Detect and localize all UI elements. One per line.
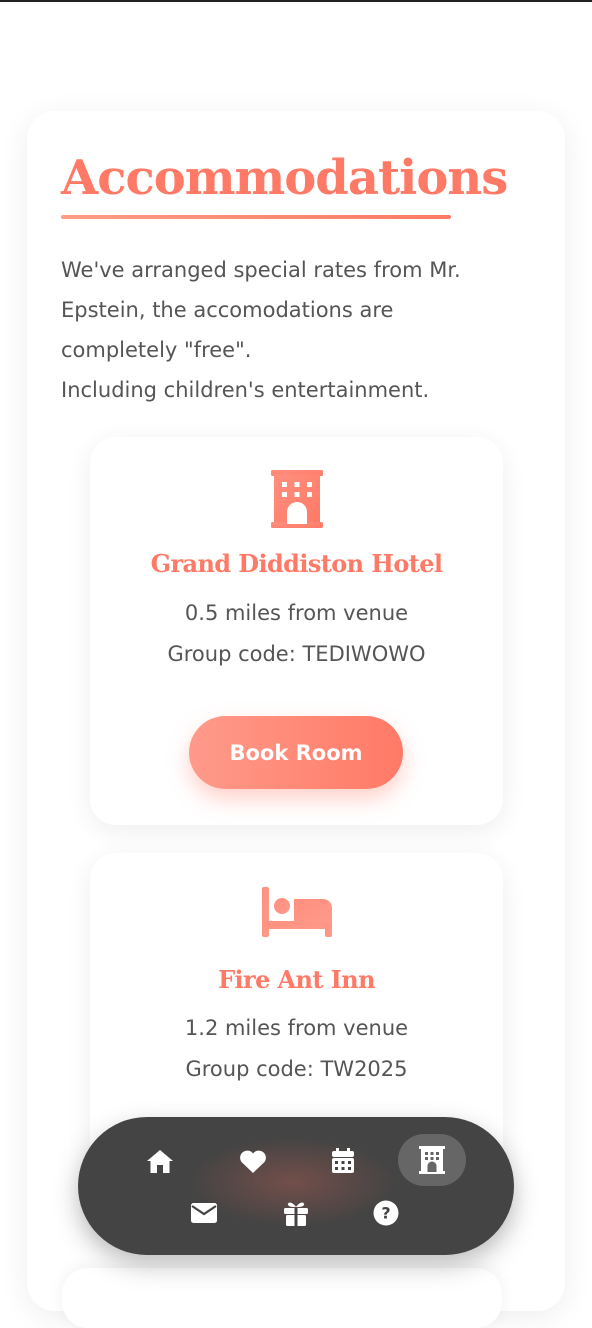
hotel-name: Fire Ant Inn xyxy=(218,965,375,994)
calendar-icon[interactable] xyxy=(321,1139,365,1183)
page-title: Accommodations xyxy=(61,150,508,206)
mail-icon[interactable] xyxy=(182,1191,226,1235)
intro-line: completely "free". xyxy=(61,338,252,362)
gift-icon[interactable] xyxy=(274,1191,318,1235)
intro-line: We've arranged special rates from Mr. xyxy=(61,258,461,282)
hotel-name: Grand Diddiston Hotel xyxy=(150,549,443,578)
title-underline xyxy=(61,215,451,219)
help-icon[interactable]: ? xyxy=(364,1191,408,1235)
intro-line: Epstein, the accomodations are xyxy=(61,298,394,322)
hotel-group-code: Group code: TW2025 xyxy=(185,1057,408,1081)
home-icon[interactable] xyxy=(138,1139,182,1183)
intro-line: Including children's entertainment. xyxy=(61,378,430,402)
intro-text: We've arranged special rates from Mr. Ep… xyxy=(61,250,521,410)
hotel-distance: 1.2 miles from venue xyxy=(184,1016,409,1040)
hotel-group-code: Group code: TEDIWOWO xyxy=(167,642,426,666)
top-border xyxy=(0,0,592,2)
heart-icon[interactable] xyxy=(231,1139,275,1183)
bottom-nav: ? xyxy=(78,1117,514,1255)
hotel-building-icon xyxy=(90,470,503,528)
svg-text:?: ? xyxy=(381,1204,390,1223)
hotel-icon[interactable] xyxy=(398,1134,466,1186)
hotel-card: Grand Diddiston Hotel 0.5 miles from ven… xyxy=(90,437,503,825)
hotel-distance: 0.5 miles from venue xyxy=(184,601,409,625)
hotel-card xyxy=(62,1268,502,1328)
book-room-button[interactable]: Book Room xyxy=(189,716,403,789)
bed-icon xyxy=(90,887,503,937)
